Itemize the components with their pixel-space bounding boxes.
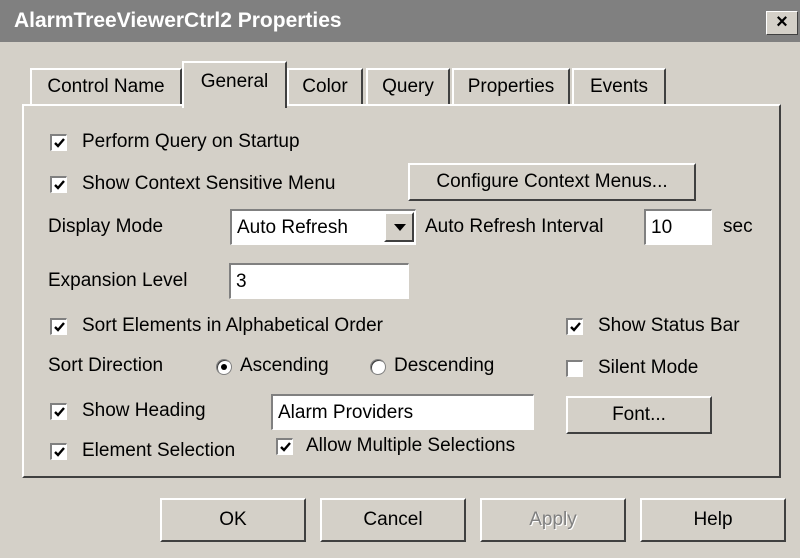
checkmark-icon — [54, 180, 65, 190]
close-button[interactable]: × — [766, 11, 798, 35]
heading-input[interactable]: Alarm Providers — [271, 394, 534, 430]
help-button[interactable]: Help — [640, 498, 786, 542]
checkmark-icon — [54, 447, 65, 457]
tab-label: Color — [302, 76, 348, 97]
show-heading-label: Show Heading — [82, 400, 206, 421]
silent-mode-label: Silent Mode — [598, 357, 699, 378]
tab-query[interactable]: Query — [366, 68, 450, 106]
silent-mode-checkbox[interactable] — [566, 360, 583, 377]
radio-dot — [221, 364, 227, 370]
sort-direction-label: Sort Direction — [48, 355, 164, 376]
window-title: AlarmTreeViewerCtrl2 Properties — [14, 9, 342, 32]
element-selection-checkbox[interactable] — [50, 443, 67, 460]
font-button[interactable]: Font... — [566, 396, 712, 434]
sort-alphabetical-label: Sort Elements in Alphabetical Order — [82, 315, 383, 336]
expansion-level-label: Expansion Level — [48, 270, 188, 291]
allow-multiple-label: Allow Multiple Selections — [306, 435, 516, 456]
close-icon: × — [776, 11, 788, 33]
sort-alphabetical-checkbox[interactable] — [50, 318, 67, 335]
show-heading-checkbox[interactable] — [50, 403, 67, 420]
descending-radio[interactable] — [370, 359, 386, 375]
show-context-menu-checkbox[interactable] — [50, 176, 67, 193]
checkmark-icon — [54, 138, 65, 148]
auto-refresh-unit: sec — [723, 216, 753, 237]
ascending-label: Ascending — [240, 355, 329, 376]
expansion-level-input[interactable]: 3 — [229, 263, 409, 299]
tab-label: General — [200, 71, 269, 92]
checkmark-icon — [54, 322, 65, 332]
show-status-bar-checkbox[interactable] — [566, 318, 583, 335]
tab-general[interactable]: General — [182, 61, 287, 108]
tab-properties[interactable]: Properties — [452, 68, 570, 106]
perform-query-checkbox[interactable] — [50, 134, 67, 151]
perform-query-label: Perform Query on Startup — [82, 131, 300, 152]
checkmark-icon — [570, 322, 581, 332]
tab-label: Query — [382, 76, 434, 97]
checkmark-icon — [54, 407, 65, 417]
element-selection-label: Element Selection — [82, 440, 236, 461]
tab-label: Events — [589, 76, 649, 97]
show-status-bar-label: Show Status Bar — [598, 315, 740, 336]
configure-context-menus-button[interactable]: Configure Context Menus... — [408, 163, 696, 201]
cancel-button[interactable]: Cancel — [320, 498, 466, 542]
allow-multiple-checkbox[interactable] — [276, 438, 293, 455]
display-mode-value: Auto Refresh — [237, 217, 348, 238]
tab-color[interactable]: Color — [287, 68, 363, 106]
display-mode-label: Display Mode — [48, 216, 164, 237]
auto-refresh-label: Auto Refresh Interval — [425, 216, 604, 237]
ok-button[interactable]: OK — [160, 498, 306, 542]
show-context-menu-label: Show Context Sensitive Menu — [82, 173, 336, 194]
descending-label: Descending — [394, 355, 495, 376]
tab-control-name[interactable]: Control Name — [30, 68, 182, 106]
tab-label: Control Name — [47, 76, 165, 97]
auto-refresh-input[interactable]: 10 — [644, 209, 712, 245]
tab-label: Properties — [467, 76, 555, 97]
checkmark-icon — [280, 442, 291, 452]
tab-events[interactable]: Events — [572, 68, 666, 106]
chevron-down-icon[interactable] — [384, 212, 414, 242]
apply-button[interactable]: Apply — [480, 498, 626, 542]
ascending-radio[interactable] — [216, 359, 232, 375]
